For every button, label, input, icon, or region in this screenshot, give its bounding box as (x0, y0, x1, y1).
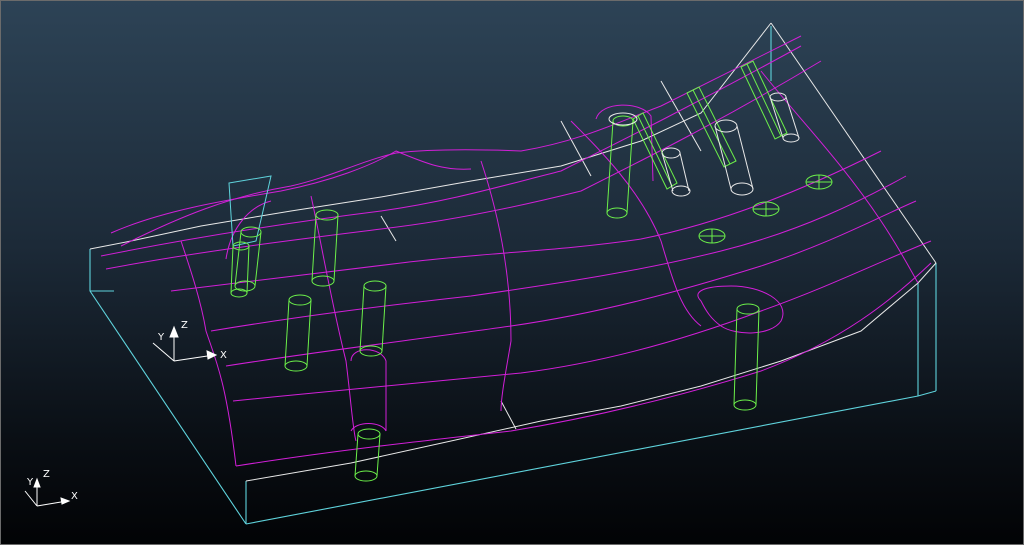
model-axis-y-label: Y (157, 332, 165, 343)
corner-axis-z-label: Z (43, 469, 50, 480)
guide-pins (230, 60, 833, 482)
wireframe-scene[interactable]: X Y Z X Y Z (1, 1, 1024, 545)
corner-axis-triad: X Y Z (24, 469, 78, 507)
surface-contours (100, 35, 932, 467)
model-axis-triad: X Y Z (152, 320, 227, 362)
model-axis-z-label: Z (181, 320, 188, 331)
corner-axis-x-label: X (71, 491, 78, 502)
corner-axis-y-label: Y (26, 477, 34, 488)
block-outline (89, 26, 937, 525)
cad-viewport[interactable]: X Y Z X Y Z (0, 0, 1024, 545)
left-bracket (228, 175, 272, 247)
model-axis-x-label: X (220, 350, 227, 361)
